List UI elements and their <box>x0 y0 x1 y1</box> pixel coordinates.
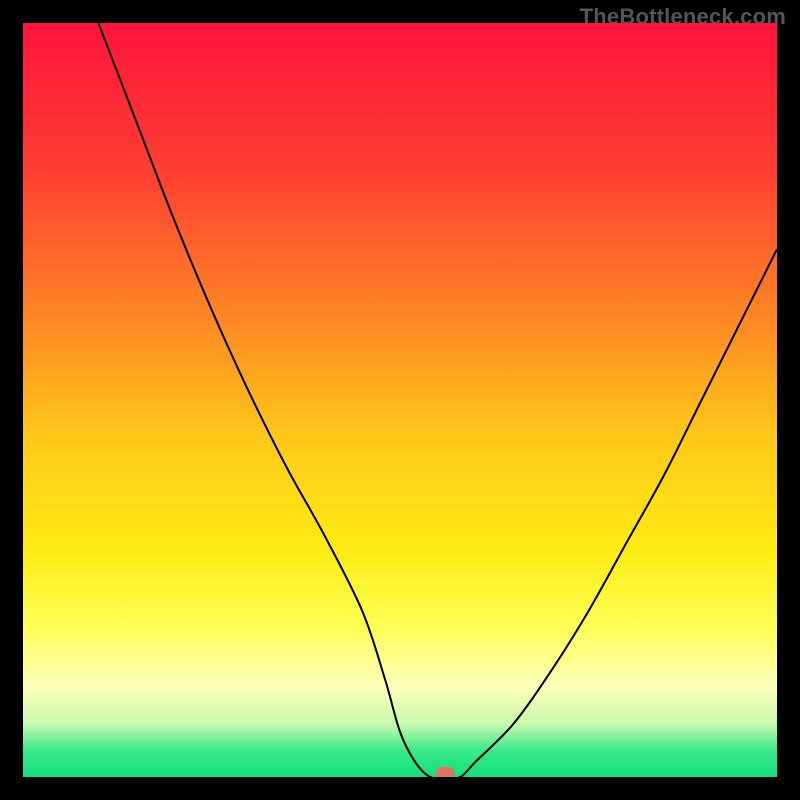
plot-area <box>23 23 777 777</box>
chart-svg <box>23 23 777 777</box>
gradient-background <box>23 23 777 777</box>
chart-container: TheBottleneck.com <box>0 0 800 800</box>
